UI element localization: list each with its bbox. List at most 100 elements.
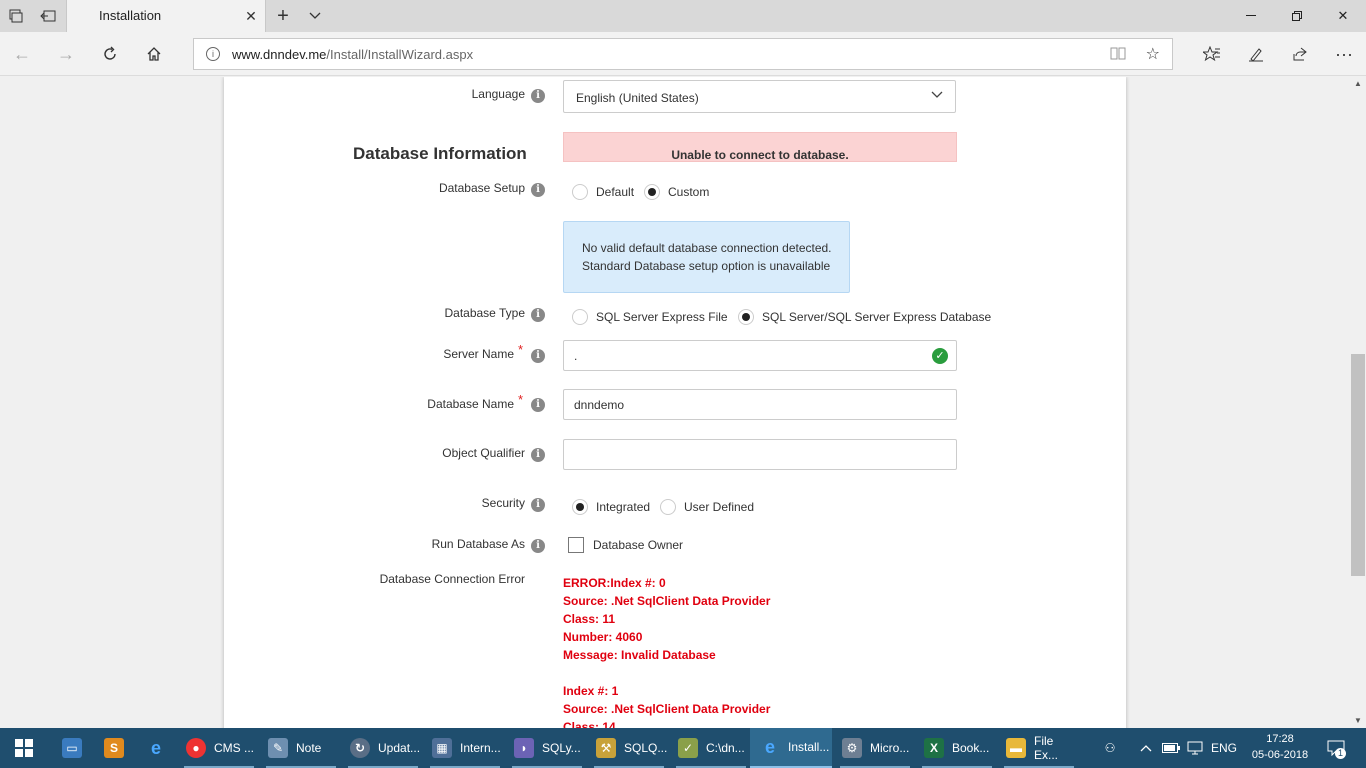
refresh-icon[interactable] [94,38,126,70]
action-center-icon[interactable]: 1 [1320,728,1352,768]
database-type-label: Database Type [444,306,525,320]
radio-sql-server-database-label[interactable]: SQL Server/SQL Server Express Database [762,310,991,324]
new-tab-icon[interactable]: + [267,0,299,32]
server-name-input[interactable]: . ✓ [563,340,957,371]
connection-error-details: ERROR:Index #: 0 Source: .Net SqlClient … [563,574,770,728]
tab-strip: Installation ✕ + ✕ [0,0,1366,32]
scroll-up-icon[interactable]: ▲ [1350,77,1366,91]
taskbar-item-file-explorer[interactable]: ▬ File Ex... [1000,728,1078,768]
sublime-taskbar-icon[interactable]: S [98,728,130,768]
set-tabs-aside-icon[interactable] [32,0,64,32]
home-icon[interactable] [138,38,170,70]
chrome-icon: ● [186,738,206,758]
web-notes-icon[interactable] [1240,38,1272,70]
windows-start-icon[interactable] [0,728,48,768]
taskbar-item-label: Note [296,741,322,755]
back-icon[interactable]: ← [6,38,38,70]
security-info-icon[interactable]: i [531,498,545,512]
update-icon: ↻ [350,738,370,758]
database-name-info-icon[interactable]: i [531,398,545,412]
close-window-icon[interactable]: ✕ [1320,0,1366,32]
people-icon[interactable]: ⚇ [1096,728,1124,768]
favorites-hub-icon[interactable] [1196,38,1228,70]
radio-default-label[interactable]: Default [596,185,634,199]
battery-icon[interactable] [1160,728,1182,768]
error-line: Message: Invalid Database [563,648,716,662]
security-label: Security [481,496,525,510]
object-qualifier-info-icon[interactable]: i [531,448,545,462]
radio-user-defined-label[interactable]: User Defined [684,500,754,514]
language-info-icon[interactable]: i [531,89,545,103]
object-qualifier-input[interactable] [563,439,957,470]
server-name-info-icon[interactable]: i [531,349,545,363]
forward-icon[interactable]: → [50,38,82,70]
taskbar-item-excel[interactable]: X Book... [918,728,996,768]
scroll-down-icon[interactable]: ▼ [1350,714,1366,728]
task-view-icon[interactable]: ▭ [56,728,88,768]
language-value: English (United States) [576,91,699,105]
chevron-down-icon[interactable] [299,0,331,32]
database-owner-checkbox[interactable] [568,537,584,553]
notice-line-2: Standard Database setup option is unavai… [582,259,831,273]
reading-view-icon[interactable] [1110,46,1126,63]
share-icon[interactable] [1284,38,1316,70]
language-label: Language [471,87,525,101]
object-qualifier-label: Object Qualifier [442,446,525,460]
taskbar-item-iis[interactable]: ▦ Intern... [426,728,504,768]
taskbar-item-label: Install... [788,740,830,754]
error-line: Index #: 1 [563,684,619,698]
scroll-thumb[interactable] [1351,354,1365,576]
taskbar-item-sql-query[interactable]: ⚒ SQLQ... [590,728,668,768]
database-owner-label[interactable]: Database Owner [593,538,683,552]
radio-sql-express-file-label[interactable]: SQL Server Express File [596,310,728,324]
navigation-bar: ← → i www.dnndev.me/Install/InstallWizar… [0,32,1366,76]
run-database-as-info-icon[interactable]: i [531,539,545,553]
tab-manager-icon[interactable] [0,0,32,32]
minimize-icon[interactable] [1228,0,1274,32]
error-line: Class: 14 [563,720,616,728]
site-info-icon[interactable]: i [206,47,220,61]
taskbar-item-updates[interactable]: ↻ Updat... [344,728,422,768]
taskbar-item-microsoft[interactable]: ⚙ Micro... [836,728,914,768]
error-line [563,664,770,682]
url-text[interactable]: www.dnndev.me/Install/InstallWizard.aspx [232,47,473,62]
address-bar[interactable]: i www.dnndev.me/Install/InstallWizard.as… [193,38,1173,70]
taskbar-item-installation[interactable]: e Install... [750,728,832,768]
page-viewport: Language i English (United States) Datab… [0,77,1350,728]
laptop-icon: ▭ [62,738,82,758]
radio-sql-express-file[interactable] [572,309,588,325]
tab-installation[interactable]: Installation ✕ [66,0,266,32]
taskbar-item-label: CMS ... [214,741,255,755]
radio-sql-server-database[interactable] [738,309,754,325]
system-clock[interactable]: 17:28 05-06-2018 [1248,731,1312,763]
database-name-input[interactable]: dnndemo [563,389,957,420]
radio-custom[interactable] [644,184,660,200]
radio-user-defined[interactable] [660,499,676,515]
taskbar-item-sqlyog[interactable]: ◗ SQLy... [508,728,586,768]
database-type-info-icon[interactable]: i [531,308,545,322]
database-setup-info-icon[interactable]: i [531,183,545,197]
input-language[interactable]: ENG [1210,728,1238,768]
radio-default[interactable] [572,184,588,200]
error-line: Class: 11 [563,612,616,626]
radio-custom-label[interactable]: Custom [668,185,709,199]
section-title: Database Information [353,144,527,163]
taskbar-item-chrome[interactable]: ● CMS ... [180,728,258,768]
close-tab-icon[interactable]: ✕ [243,8,259,24]
favorite-star-icon[interactable]: ☆ [1146,44,1160,64]
radio-integrated-label[interactable]: Integrated [596,500,650,514]
taskbar-item-notepad[interactable]: ✎ Note [262,728,340,768]
chevron-up-icon[interactable] [1136,728,1156,768]
page-scrollbar[interactable]: ▲ ▼ [1350,77,1366,728]
error-line: Source: .Net SqlClient Data Provider [563,594,771,608]
network-icon[interactable] [1184,728,1206,768]
language-select[interactable]: English (United States) [563,80,956,113]
radio-integrated[interactable] [572,499,588,515]
taskbar-item-explorer-path[interactable]: ✓ C:\dn... [672,728,750,768]
info-notice: No valid default database connection det… [563,221,850,293]
edge-icon: e [764,736,775,757]
ie-taskbar-icon[interactable]: e [140,728,172,768]
restore-icon[interactable] [1274,0,1320,32]
more-menu-icon[interactable]: ··· [1328,38,1360,70]
notepad-icon: ✎ [268,738,288,758]
